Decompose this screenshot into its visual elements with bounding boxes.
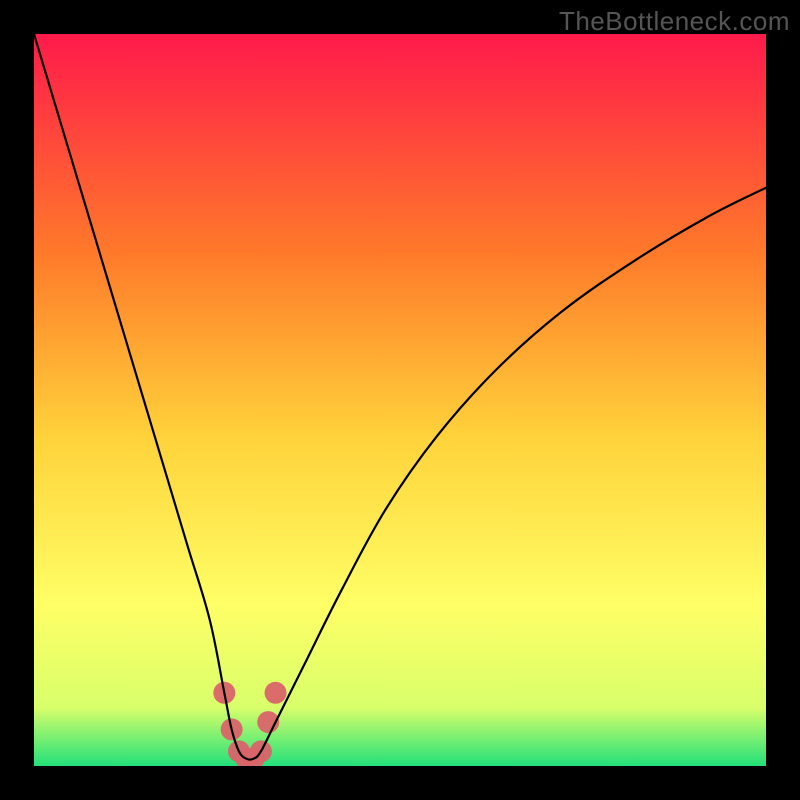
plot-svg (34, 34, 766, 766)
optimal-marker (265, 682, 287, 704)
chart-frame: TheBottleneck.com (0, 0, 800, 800)
watermark-text: TheBottleneck.com (559, 6, 790, 37)
plot-area (34, 34, 766, 766)
